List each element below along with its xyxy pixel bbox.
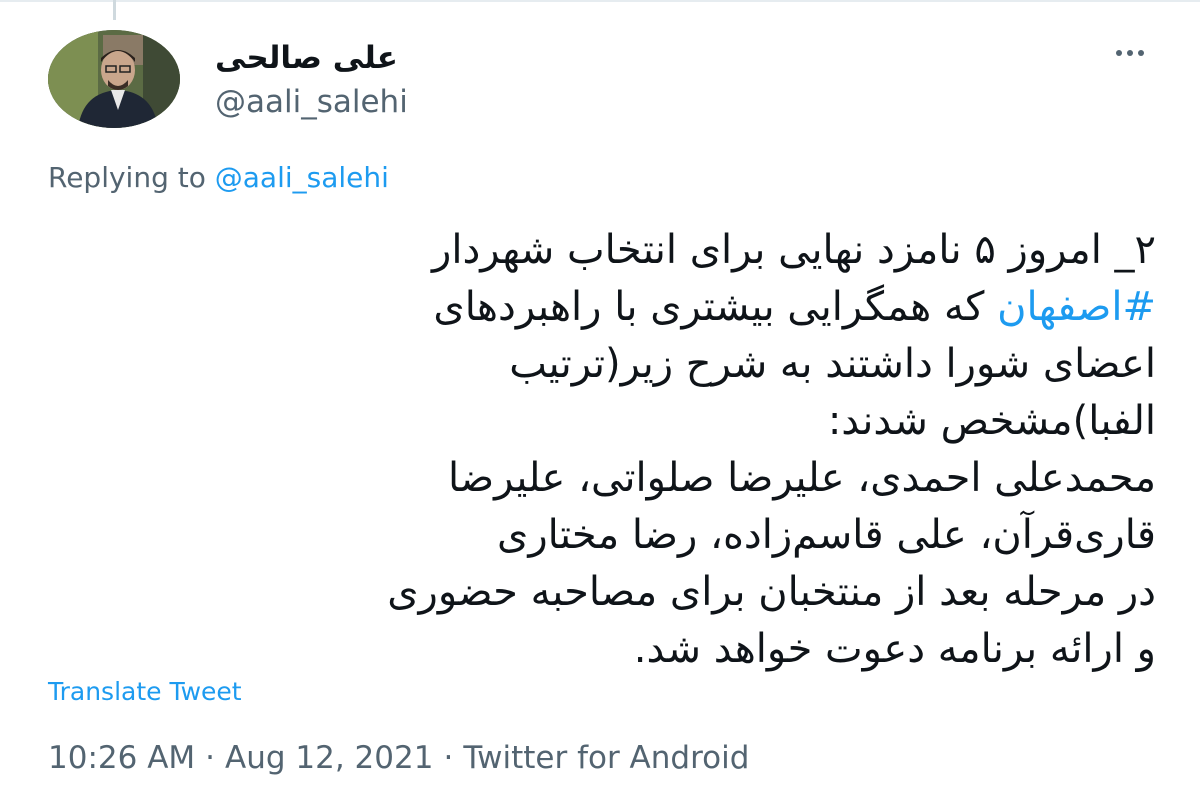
more-horizontal-icon xyxy=(1116,50,1122,56)
tweet-text-line: ۲_ امروز ۵ نامزد نهایی برای انتخاب شهردا… xyxy=(432,227,1156,273)
meta-separator: · xyxy=(205,740,216,776)
top-divider xyxy=(0,0,1200,8)
translate-tweet-link[interactable]: Translate Tweet xyxy=(48,674,242,710)
tweet-text: ۲_ امروز ۵ نامزد نهایی برای انتخاب شهردا… xyxy=(48,222,1156,678)
replying-to: Replying to @aali_salehi xyxy=(48,158,389,198)
more-horizontal-icon-dot xyxy=(1127,50,1133,56)
more-horizontal-icon-dot xyxy=(1138,50,1144,56)
avatar[interactable] xyxy=(48,30,180,128)
tweet-text-line: قاری‌قرآن، علی قاسم‌زاده، رضا مختاری xyxy=(497,512,1156,558)
thread-connector-line xyxy=(113,0,116,20)
replying-mention-link[interactable]: @aali_salehi xyxy=(215,161,389,194)
more-options-button[interactable] xyxy=(1110,38,1150,68)
replying-prefix: Replying to xyxy=(48,161,206,194)
tweet-text-line: و ارائه برنامه دعوت خواهد شد. xyxy=(633,626,1156,672)
tweet-date-link[interactable]: Aug 12, 2021 xyxy=(225,740,433,776)
tweet-timestamp-link[interactable]: 10:26 AM xyxy=(48,740,195,776)
tweet-text-line: الفبا)مشخص شدند: xyxy=(827,398,1156,444)
tweet-text-line: اعضای شورا داشتند به شرح زیر(ترتیب xyxy=(509,341,1156,387)
tweet-text-line: #اصفهان که همگرایی بیشتری با راهبردهای xyxy=(48,279,1156,336)
author-display-name[interactable]: علی صالحی xyxy=(215,38,408,78)
hashtag-link[interactable]: #اصفهان xyxy=(997,284,1156,330)
tweet-text-segment: که همگرایی بیشتری با راهبردهای xyxy=(433,284,998,330)
meta-separator: · xyxy=(443,740,454,776)
tweet-source-link[interactable]: Twitter for Android xyxy=(463,740,749,776)
tweet-text-line: در مرحله بعد از منتخبان برای مصاحبه حضور… xyxy=(387,569,1156,615)
tweet-text-line: محمدعلی احمدی، علیرضا صلواتی، علیرضا xyxy=(447,455,1156,501)
tweet-metadata: 10:26 AM · Aug 12, 2021 · Twitter for Androi… xyxy=(48,736,749,780)
author-handle[interactable]: @aali_salehi xyxy=(215,80,408,124)
tweet: علی صالحی @aali_salehi Replying to @aali… xyxy=(0,0,1200,800)
avatar-image xyxy=(48,30,180,128)
author-block[interactable]: علی صالحی @aali_salehi xyxy=(215,38,408,124)
